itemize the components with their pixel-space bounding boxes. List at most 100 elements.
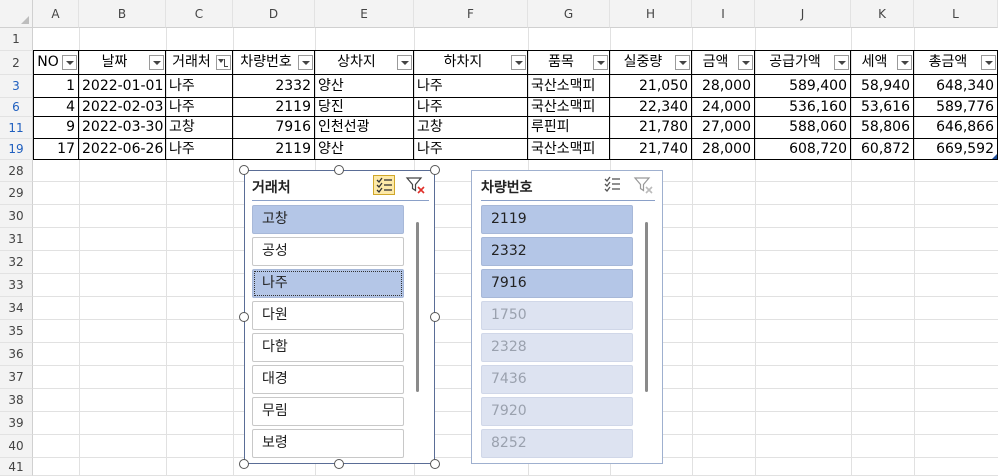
table-cell[interactable]: 58,940 [851,75,914,98]
slicer-item[interactable]: 다원 [252,301,404,330]
table-cell[interactable]: 양산 [315,75,414,98]
table-cell[interactable]: 24,000 [692,98,755,117]
slicer-vehicle[interactable]: 차량번호 2119 2332 7916 1750 2328 7436 7920 8252 [471,170,663,464]
column-header-K[interactable]: K [851,0,914,28]
row-header-32[interactable]: 32 [0,251,33,274]
row-header-36[interactable]: 36 [0,343,33,366]
table-cell[interactable]: 21,780 [610,117,692,139]
row-header-41[interactable]: 41 [0,458,33,476]
row-header-35[interactable]: 35 [0,320,33,343]
table-cell[interactable]: 고창 [414,117,528,139]
row-header-28[interactable]: 28 [0,160,33,182]
filter-dropdown-icon[interactable] [62,55,77,70]
column-header-I[interactable]: I [692,0,755,28]
table-cell[interactable]: 나주 [166,98,233,117]
clear-filter-icon[interactable] [405,175,427,195]
column-header-C[interactable]: C [166,0,233,28]
table-cell[interactable]: 4 [33,98,79,117]
resize-handle[interactable] [430,459,440,469]
multi-select-icon[interactable] [602,175,624,195]
row-header-39[interactable]: 39 [0,412,33,435]
row-header-29[interactable]: 29 [0,182,33,205]
resize-handle[interactable] [239,459,249,469]
filter-dropdown-icon[interactable] [675,55,690,70]
slicer-item[interactable]: 8252 [481,429,633,458]
table-cell[interactable]: 양산 [315,139,414,160]
row-header-1[interactable]: 1 [0,28,33,51]
slicer-scrollbar[interactable] [416,222,419,392]
filter-dropdown-icon[interactable] [397,55,412,70]
slicer-item[interactable]: 보령 [252,429,404,458]
row-header-2[interactable]: 2 [0,51,33,75]
resize-handle[interactable] [239,312,249,322]
slicer-item[interactable]: 2328 [481,333,633,362]
column-header-A[interactable]: A [33,0,79,28]
filter-dropdown-icon[interactable] [298,55,313,70]
table-cell[interactable]: 21,740 [610,139,692,160]
row-header-34[interactable]: 34 [0,297,33,320]
filter-dropdown-icon[interactable] [738,55,753,70]
table-cell[interactable]: 58,806 [851,117,914,139]
table-cell[interactable]: 9 [33,117,79,139]
filter-active-dropdown-icon[interactable] [216,55,231,70]
row-header-3[interactable]: 3 [0,75,33,98]
table-cell[interactable]: 나주 [166,139,233,160]
table-resize-handle[interactable] [992,154,997,159]
slicer-item[interactable]: 1750 [481,301,633,330]
table-cell[interactable]: 28,000 [692,139,755,160]
table-cell[interactable]: 646,866 [914,117,998,139]
column-header-E[interactable]: E [315,0,414,28]
filter-dropdown-icon[interactable] [897,55,912,70]
filter-dropdown-icon[interactable] [834,55,849,70]
row-header-31[interactable]: 31 [0,228,33,251]
resize-handle[interactable] [239,165,249,175]
column-header-F[interactable]: F [414,0,528,28]
table-cell[interactable]: 17 [33,139,79,160]
table-cell[interactable]: 669,592 [914,139,998,160]
table-cell[interactable]: 53,616 [851,98,914,117]
multi-select-icon[interactable] [373,175,395,195]
table-cell[interactable]: 2022-03-30 [79,117,166,139]
table-cell[interactable]: 나주 [414,75,528,98]
table-cell[interactable]: 60,872 [851,139,914,160]
select-all-corner[interactable] [0,0,33,28]
table-cell[interactable]: 22,340 [610,98,692,117]
slicer-item[interactable]: 다함 [252,333,404,362]
filter-dropdown-icon[interactable] [981,55,996,70]
slicer-customer[interactable]: 거래처 고창 공성 나주 다원 다함 대경 무림 보령 [244,170,435,464]
table-cell[interactable]: 나주 [166,75,233,98]
table-cell[interactable]: 2022-01-01 [79,75,166,98]
table-cell[interactable]: 589,400 [755,75,851,98]
table-cell[interactable]: 7916 [233,117,315,139]
table-cell[interactable]: 21,050 [610,75,692,98]
slicer-item[interactable]: 7916 [481,269,633,298]
table-cell[interactable]: 2119 [233,98,315,117]
table-cell[interactable]: 2022-06-26 [79,139,166,160]
clear-filter-icon[interactable] [633,175,655,195]
slicer-item[interactable]: 무림 [252,397,404,426]
row-header-37[interactable]: 37 [0,366,33,389]
column-header-D[interactable]: D [233,0,315,28]
column-header-B[interactable]: B [79,0,166,28]
table-cell[interactable]: 국산소맥피 [528,139,610,160]
slicer-item[interactable]: 대경 [252,365,404,394]
slicer-item[interactable]: 2332 [481,237,633,266]
table-cell[interactable]: 2332 [233,75,315,98]
table-cell[interactable]: 2119 [233,139,315,160]
row-header-19[interactable]: 19 [0,139,33,160]
table-cell[interactable]: 나주 [414,98,528,117]
table-cell[interactable]: 루핀피 [528,117,610,139]
row-header-6[interactable]: 6 [0,98,33,117]
table-cell[interactable]: 27,000 [692,117,755,139]
table-cell[interactable]: 당진 [315,98,414,117]
row-header-38[interactable]: 38 [0,389,33,412]
table-cell[interactable]: 국산소맥피 [528,75,610,98]
table-cell[interactable]: 536,160 [755,98,851,117]
table-cell[interactable]: 589,776 [914,98,998,117]
resize-handle[interactable] [430,312,440,322]
resize-handle[interactable] [334,165,344,175]
filter-dropdown-icon[interactable] [593,55,608,70]
table-cell[interactable]: 인천선광 [315,117,414,139]
table-cell[interactable]: 648,340 [914,75,998,98]
resize-handle[interactable] [430,165,440,175]
